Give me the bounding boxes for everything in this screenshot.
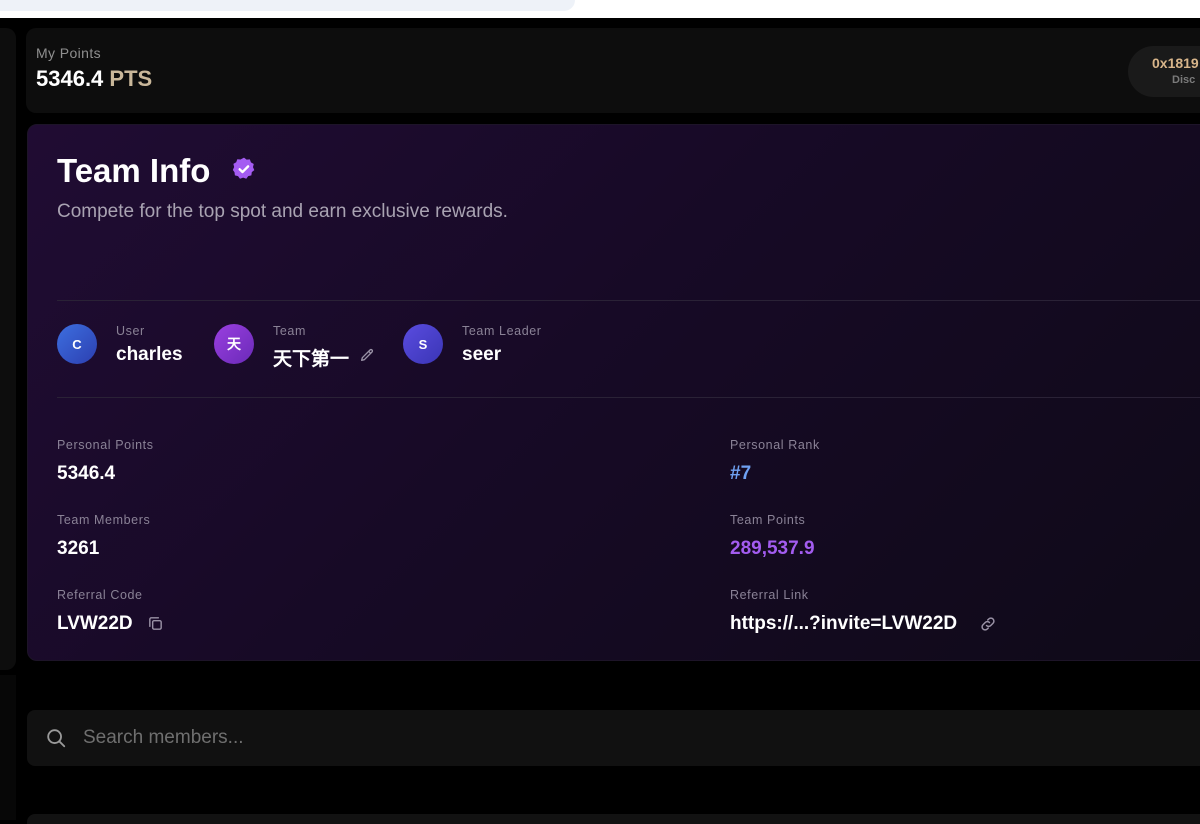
team-points-label: Team Points xyxy=(730,513,806,527)
user-avatar: C xyxy=(57,324,97,364)
members-list-panel xyxy=(27,814,1200,824)
team-leader-avatar: S xyxy=(403,324,443,364)
search-members-input[interactable] xyxy=(83,720,1183,756)
browser-chrome-strip xyxy=(0,0,1200,18)
my-points-value: 5346.4 PTS xyxy=(36,66,152,92)
referral-link-value[interactable]: https://...?invite=LVW22D xyxy=(730,613,957,635)
section-divider xyxy=(57,397,1200,398)
referral-link-label: Referral Link xyxy=(730,588,809,602)
member-search-box xyxy=(27,710,1200,766)
copy-icon[interactable] xyxy=(147,615,164,632)
wallet-disconnect-label: Disc xyxy=(1172,74,1196,86)
team-name: 天下第一 xyxy=(273,349,350,370)
user-label: User xyxy=(116,324,145,338)
section-divider xyxy=(57,300,1200,301)
team-members-label: Team Members xyxy=(57,513,151,527)
team-label: Team xyxy=(273,324,306,338)
my-points-label: My Points xyxy=(36,45,102,61)
edit-pencil-icon[interactable] xyxy=(359,347,375,363)
left-sidebar-rail-lower xyxy=(0,675,16,820)
wallet-button[interactable]: 0x1819 Disc xyxy=(1128,46,1200,97)
verified-badge-icon xyxy=(232,157,255,179)
team-members-value: 3261 xyxy=(57,538,100,559)
team-avatar: 天 xyxy=(214,324,254,364)
search-icon xyxy=(47,729,66,748)
points-header: My Points 5346.4 PTS 0x1819 Disc xyxy=(26,28,1200,113)
left-sidebar-rail xyxy=(0,28,16,670)
user-name: charles xyxy=(116,344,183,365)
personal-points-label: Personal Points xyxy=(57,438,154,452)
personal-rank-label: Personal Rank xyxy=(730,438,820,452)
team-info-subtitle: Compete for the top spot and earn exclus… xyxy=(57,201,508,222)
team-leader-name: seer xyxy=(462,344,502,365)
team-leader-label: Team Leader xyxy=(462,324,542,338)
team-info-title: Team Info xyxy=(57,152,211,189)
referral-code-value: LVW22D xyxy=(57,613,133,634)
team-info-card: Team Info Compete for the top spot and e… xyxy=(27,124,1200,661)
team-points-value: 289,537.9 xyxy=(730,538,815,559)
wallet-address: 0x1819 xyxy=(1152,55,1199,71)
points-unit: PTS xyxy=(109,66,153,91)
personal-rank-value: #7 xyxy=(730,463,752,484)
link-icon[interactable] xyxy=(979,615,997,633)
referral-code-label: Referral Code xyxy=(57,588,143,602)
browser-tab-edge xyxy=(0,0,575,11)
personal-points-value: 5346.4 xyxy=(57,463,116,484)
points-number: 5346.4 xyxy=(36,66,104,91)
